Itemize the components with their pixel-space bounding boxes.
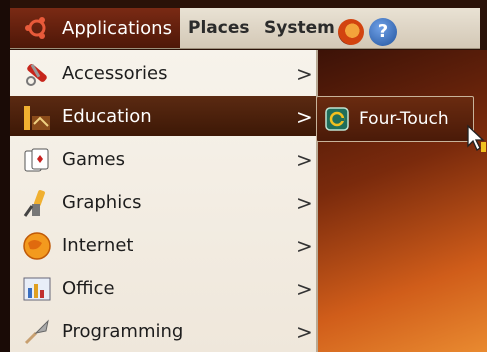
menu-item-accessories[interactable]: Accessories > xyxy=(10,53,316,93)
brush-icon xyxy=(23,190,45,217)
menu-item-internet[interactable]: Internet > xyxy=(10,225,316,265)
four-touch-icon xyxy=(325,107,349,131)
menu-item-label: Accessories xyxy=(62,63,168,84)
scissors-icon xyxy=(26,63,47,86)
education-icon xyxy=(24,106,50,130)
menu-item-office[interactable]: Office > xyxy=(10,268,316,308)
places-menu-button[interactable]: Places xyxy=(188,18,249,38)
submenu-arrow-icon: > xyxy=(296,277,313,301)
menu-item-label: Games xyxy=(62,149,125,170)
firefox-icon[interactable] xyxy=(338,19,364,45)
submenu-arrow-icon: > xyxy=(296,62,313,86)
globe-icon xyxy=(23,232,51,260)
menu-item-programming[interactable]: Programming > xyxy=(10,311,316,351)
menu-item-games[interactable]: Games > xyxy=(10,139,316,179)
ubuntu-logo-icon xyxy=(25,17,46,39)
screen-bezel xyxy=(0,0,10,352)
submenu-arrow-icon: > xyxy=(296,105,313,129)
submenu-arrow-icon: > xyxy=(296,191,313,215)
submenu-item-label: Four-Touch xyxy=(359,109,449,129)
submenu-arrow-icon: > xyxy=(296,148,313,172)
cards-icon xyxy=(24,148,49,172)
applications-label: Applications xyxy=(62,18,172,39)
submenu-arrow-icon: > xyxy=(296,320,313,344)
system-menu-button[interactable]: System xyxy=(264,18,335,38)
mouse-pointer-icon xyxy=(467,124,486,152)
menu-item-label: Education xyxy=(62,106,152,127)
chart-icon xyxy=(23,277,51,301)
trowel-icon xyxy=(24,319,49,345)
applications-menu-button[interactable]: Applications xyxy=(10,8,180,48)
menu-item-label: Graphics xyxy=(62,192,142,213)
help-icon[interactable]: ? xyxy=(369,18,397,46)
submenu-arrow-icon: > xyxy=(296,234,313,258)
menu-item-label: Office xyxy=(62,278,115,299)
menu-item-label: Internet xyxy=(62,235,134,256)
applications-dropdown: Accessories > Education > Games > Graphi… xyxy=(10,50,318,352)
menu-item-label: Programming xyxy=(62,321,184,342)
submenu-item-four-touch[interactable]: Four-Touch xyxy=(316,96,474,142)
menu-item-graphics[interactable]: Graphics > xyxy=(10,182,316,222)
menu-item-education[interactable]: Education > xyxy=(10,96,316,136)
